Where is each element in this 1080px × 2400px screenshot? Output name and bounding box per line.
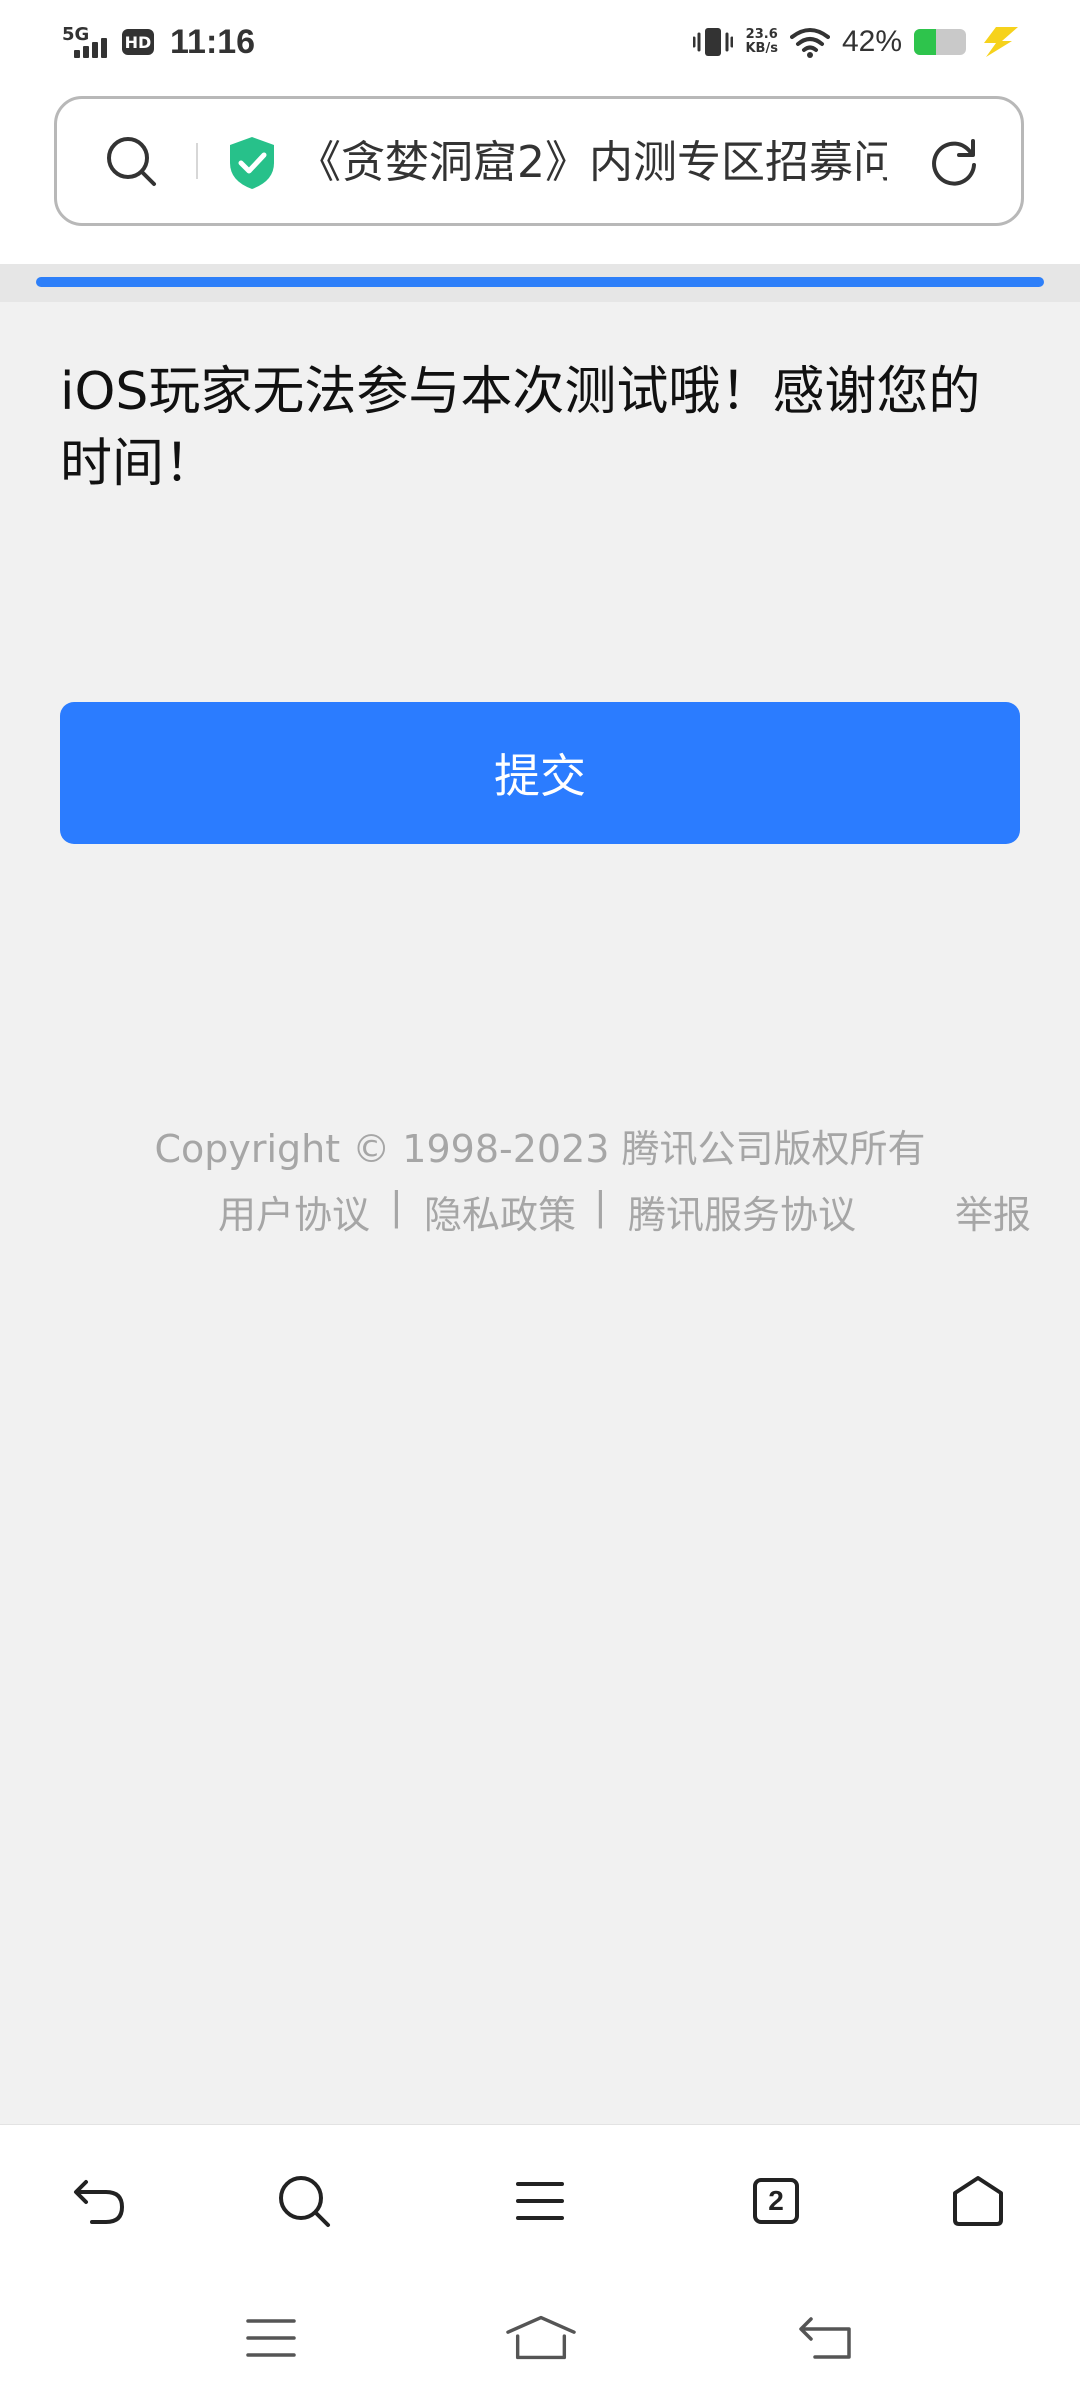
system-navigation-bar	[0, 2278, 1080, 2400]
status-bar: 5G HD 11:16 23.6 KB/s 42%	[0, 0, 1080, 84]
reload-icon[interactable]	[927, 135, 981, 189]
report-link[interactable]: 举报	[955, 1184, 1031, 1239]
cellular-signal-icon: 5G	[62, 22, 112, 62]
status-left: 5G HD 11:16	[62, 18, 255, 66]
browser-address-area: 《贪婪洞窟2》内测专区招募问卷	[0, 84, 1080, 264]
page-title[interactable]: 《贪婪洞窟2》内测专区招募问卷	[297, 131, 887, 195]
search-icon[interactable]	[105, 135, 157, 187]
copyright-text: Copyright © 1998-2023 腾讯公司版权所有	[154, 1127, 926, 1171]
charging-bolt-icon	[984, 27, 1018, 57]
search-button[interactable]	[268, 2165, 340, 2237]
back-icon	[74, 2180, 125, 2224]
footer-links: 用户协议 | 隐私政策 | 腾讯服务协议 举报	[0, 1184, 1080, 1240]
home-icon	[953, 2176, 1003, 2226]
status-time: 11:16	[170, 22, 256, 61]
recents-icon	[246, 2319, 296, 2357]
ios-not-supported-message: iOS玩家无法参与本次测试哦！感谢您的时间！	[60, 362, 981, 494]
battery-icon	[914, 29, 966, 55]
page-load-progress-fill	[36, 277, 1044, 287]
network-speed-value: 23.6	[745, 27, 778, 42]
back-icon	[799, 2317, 851, 2359]
battery-fill	[914, 29, 936, 55]
recents-button[interactable]	[236, 2308, 306, 2368]
system-home-button[interactable]	[506, 2308, 576, 2368]
search-icon	[279, 2176, 330, 2227]
privacy-policy-link[interactable]: 隐私政策	[424, 1184, 576, 1239]
page-load-progress	[0, 264, 1080, 302]
browser-bottom-toolbar: 2	[0, 2124, 1080, 2278]
status-right: 23.6 KB/s 42%	[693, 18, 1020, 66]
tencent-service-agreement-link[interactable]: 腾讯服务协议	[628, 1184, 856, 1239]
home-icon	[506, 2315, 576, 2360]
address-bar[interactable]: 《贪婪洞窟2》内测专区招募问卷	[54, 96, 1024, 226]
system-back-button[interactable]	[790, 2308, 860, 2368]
home-button[interactable]	[942, 2165, 1014, 2237]
user-agreement-link[interactable]: 用户协议	[218, 1184, 370, 1239]
network-speed: 23.6 KB/s	[745, 28, 777, 56]
footer-separator: |	[594, 1184, 607, 1228]
tabs-button[interactable]: 2	[740, 2165, 812, 2237]
back-button[interactable]	[64, 2165, 136, 2237]
battery-percent: 42%	[841, 25, 902, 58]
security-shield-icon[interactable]	[227, 135, 277, 191]
submit-button[interactable]: 提交	[60, 702, 1020, 844]
tabs-icon: 2	[753, 2178, 799, 2224]
hd-badge: HD	[122, 29, 154, 55]
wifi-icon	[789, 28, 830, 58]
address-divider	[196, 143, 198, 179]
menu-icon	[516, 2182, 564, 2220]
menu-button[interactable]	[504, 2165, 576, 2237]
vibrate-icon	[693, 28, 734, 56]
network-speed-unit: KB/s	[745, 41, 778, 56]
footer-separator: |	[390, 1184, 403, 1228]
